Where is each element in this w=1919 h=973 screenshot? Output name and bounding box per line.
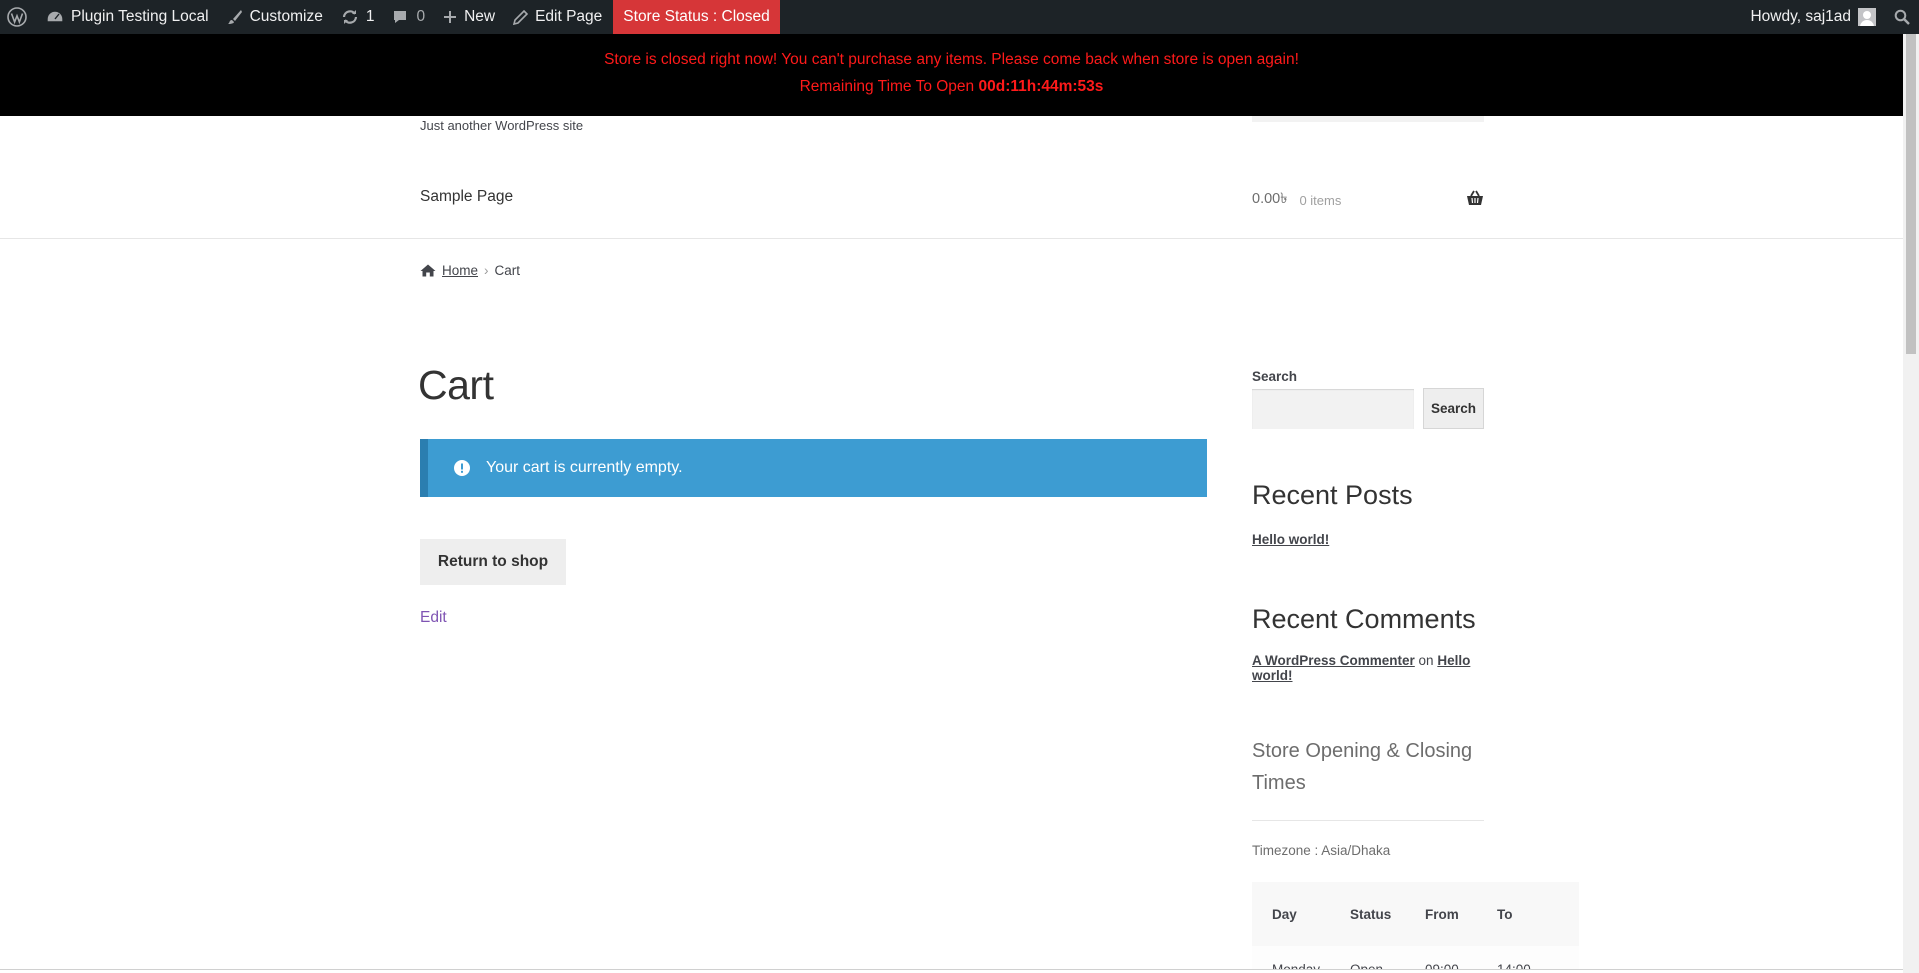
- breadcrumb-separator: ›: [484, 263, 489, 278]
- plus-icon: [444, 11, 457, 23]
- window-bottom-edge: [0, 969, 1903, 973]
- header-divider: [0, 238, 1903, 239]
- customize-link[interactable]: Customize: [218, 0, 332, 34]
- dashboard-icon: [46, 10, 64, 23]
- remaining-time-line: Remaining Time To Open 00d:11h:44m:53s: [0, 78, 1903, 96]
- info-icon: [454, 460, 470, 476]
- home-icon: [420, 264, 436, 277]
- return-to-shop-button[interactable]: Return to shop: [420, 539, 566, 585]
- wordpress-menu[interactable]: [0, 0, 37, 34]
- page-scrollbar[interactable]: [1903, 34, 1919, 973]
- breadcrumb-home-link[interactable]: Home: [442, 263, 478, 278]
- comments-count: 0: [416, 8, 426, 25]
- breadcrumb: Home › Cart: [420, 263, 520, 278]
- site-name-menu[interactable]: Plugin Testing Local: [37, 0, 218, 34]
- new-content-menu[interactable]: New: [434, 0, 504, 34]
- table-header-row: Day Status From To: [1252, 882, 1579, 946]
- cart-item-count: 0 items: [1299, 192, 1342, 208]
- updates-link[interactable]: 1: [332, 0, 384, 34]
- basket-icon: [1467, 190, 1483, 205]
- nav-sample-page[interactable]: Sample Page: [420, 188, 513, 206]
- store-closed-notice: Store is closed right now! You can't pur…: [0, 34, 1903, 116]
- scrollbar-thumb[interactable]: [1906, 34, 1916, 354]
- countdown-timer: 00d:11h:44m:53s: [978, 78, 1104, 95]
- sidebar-search-input[interactable]: [1252, 389, 1414, 429]
- sidebar-search-button[interactable]: Search: [1423, 388, 1484, 429]
- site-name-label: Plugin Testing Local: [71, 8, 209, 25]
- admin-bar: Plugin Testing Local Customize 1 0 New E…: [0, 0, 1919, 34]
- cart-empty-notice: Your cart is currently empty.: [420, 439, 1207, 497]
- page-title: Cart: [418, 362, 494, 408]
- admin-search-button[interactable]: [1885, 0, 1919, 34]
- avatar: [1858, 8, 1876, 26]
- recent-comment-item: A WordPress Commenter on Hello world!: [1252, 653, 1484, 683]
- howdy-label: Howdy, saj1ad: [1750, 8, 1851, 25]
- comment-author-link[interactable]: A WordPress Commenter: [1252, 653, 1415, 668]
- edit-page-link[interactable]: Edit Page: [504, 0, 611, 34]
- recent-comments-title: Recent Comments: [1252, 604, 1476, 634]
- store-hours-table: Day Status From To Monday Open 09:00 14:…: [1252, 882, 1579, 973]
- comment-on-text: on: [1414, 653, 1438, 668]
- timezone-label: Timezone : Asia/Dhaka: [1252, 843, 1391, 858]
- comment-icon: [394, 11, 407, 23]
- refresh-icon: [342, 10, 357, 24]
- comments-link[interactable]: 0: [383, 0, 434, 34]
- table-header-from: From: [1425, 906, 1459, 922]
- header-cart[interactable]: 0.00৳ 0 items: [1252, 188, 1484, 212]
- breadcrumb-current: Cart: [494, 263, 521, 278]
- table-header-status: Status: [1350, 906, 1392, 922]
- store-closed-message: Store is closed right now! You can't pur…: [604, 51, 1299, 68]
- recent-post-link[interactable]: Hello world!: [1252, 532, 1329, 547]
- new-label: New: [464, 8, 496, 25]
- cart-amount: 0.00৳: [1252, 191, 1288, 207]
- remaining-time-label: Remaining Time To Open: [799, 78, 979, 95]
- edit-page-link-footer[interactable]: Edit: [420, 609, 447, 627]
- sidebar-search-label: Search: [1252, 369, 1298, 384]
- store-status-badge[interactable]: Store Status : Closed: [613, 0, 780, 34]
- recent-posts-title: Recent Posts: [1252, 480, 1413, 510]
- pencil-icon: [513, 9, 529, 25]
- search-icon: [1894, 9, 1910, 25]
- edit-page-label: Edit Page: [535, 8, 603, 25]
- table-header-to: To: [1497, 906, 1513, 922]
- brush-icon: [227, 10, 242, 24]
- updates-count: 1: [365, 8, 375, 25]
- site-tagline: Just another WordPress site: [420, 118, 584, 133]
- table-header-day: Day: [1272, 906, 1297, 922]
- store-times-divider: [1252, 820, 1484, 821]
- customize-label: Customize: [249, 8, 323, 25]
- store-times-title: Store Opening & Closing Times: [1252, 740, 1473, 794]
- wordpress-logo-icon: [7, 7, 27, 27]
- cart-empty-message: Your cart is currently empty.: [486, 459, 683, 476]
- my-account-menu[interactable]: Howdy, saj1ad: [1741, 0, 1885, 34]
